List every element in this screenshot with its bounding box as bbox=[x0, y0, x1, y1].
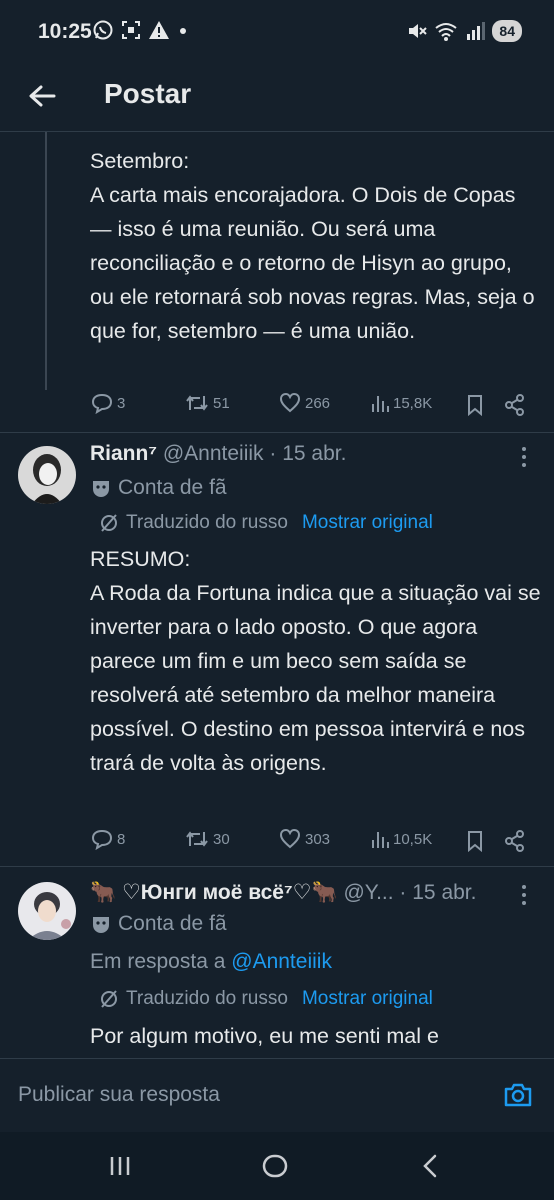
tweet-3-author: 🐂 ♡Юнги моё всё⁷♡🐂 @Y... · 15 abr. bbox=[90, 880, 476, 905]
tweet-divider bbox=[0, 866, 554, 867]
battery-indicator: 84 bbox=[492, 20, 522, 42]
recent-apps-button[interactable] bbox=[100, 1152, 140, 1180]
status-system-icons: 84 bbox=[406, 20, 522, 42]
retweet-button[interactable]: 30 bbox=[184, 828, 230, 850]
tweet-2-actions: 8 30 303 10,5K bbox=[90, 828, 530, 856]
translation-row: Traduzido do russo Mostrar original bbox=[98, 988, 433, 1010]
show-original-link[interactable]: Mostrar original bbox=[302, 512, 433, 534]
show-original-link[interactable]: Mostrar original bbox=[302, 988, 433, 1010]
like-count: 303 bbox=[305, 830, 331, 848]
tweet-text: Setembro: A carta mais encorajadora. O D… bbox=[90, 144, 540, 348]
views-button[interactable]: 10,5K bbox=[370, 828, 432, 850]
author-name[interactable]: Riann⁷ bbox=[90, 442, 157, 465]
reply-to-prefix: Em resposta a bbox=[90, 950, 226, 973]
author-handle[interactable]: @Y... · 15 abr. bbox=[343, 881, 476, 904]
page-title: Postar bbox=[104, 78, 192, 109]
translate-icon bbox=[101, 990, 117, 1008]
status-bar: 10:25 84 bbox=[0, 0, 554, 64]
warning-icon bbox=[149, 21, 169, 39]
camera-icon[interactable] bbox=[502, 1079, 534, 1111]
back-button[interactable] bbox=[24, 78, 60, 114]
status-time: 10:25 bbox=[38, 20, 92, 43]
tweet-text: Por algum motivo, eu me senti mal e bbox=[90, 1019, 542, 1053]
back-nav-button[interactable] bbox=[410, 1152, 450, 1180]
views-icon bbox=[372, 396, 389, 412]
reply-count: 3 bbox=[117, 394, 126, 412]
share-icon[interactable] bbox=[504, 394, 526, 416]
tweet-1-text: Setembro: A carta mais encorajadora. O D… bbox=[90, 149, 535, 343]
app-header: Postar bbox=[0, 64, 554, 132]
status-notification-icons bbox=[92, 19, 190, 41]
avatar-image bbox=[18, 882, 76, 940]
bookmark-icon[interactable] bbox=[465, 394, 485, 416]
avatar[interactable] bbox=[18, 882, 76, 940]
avatar[interactable] bbox=[18, 446, 76, 504]
reply-count: 8 bbox=[117, 830, 126, 848]
reply-to-row: Em resposta a @Annteiiik bbox=[90, 950, 332, 974]
view-count: 10,5K bbox=[393, 830, 433, 848]
reply-input[interactable]: Publicar sua resposta bbox=[18, 1083, 220, 1107]
mute-icon bbox=[409, 24, 428, 38]
translation-row: Traduzido do russo Mostrar original bbox=[98, 512, 433, 534]
tweet-3-text: Por algum motivo, eu me senti mal e bbox=[90, 1024, 439, 1048]
reply-composer: Publicar sua resposta bbox=[0, 1058, 554, 1132]
more-options-icon[interactable] bbox=[516, 444, 532, 470]
recent-apps-icon bbox=[110, 1157, 130, 1175]
reply-icon bbox=[91, 393, 113, 414]
retweet-icon bbox=[186, 831, 208, 847]
tweet-text: RESUMO: A Roda da Fortuna indica que a s… bbox=[90, 542, 542, 780]
retweet-icon bbox=[186, 395, 208, 411]
system-nav-bar bbox=[0, 1132, 554, 1200]
like-button[interactable]: 303 bbox=[278, 828, 330, 850]
whatsapp-icon bbox=[93, 20, 113, 40]
reply-button[interactable]: 8 bbox=[90, 828, 125, 850]
retweet-count: 51 bbox=[213, 394, 230, 412]
like-button[interactable]: 266 bbox=[278, 392, 330, 414]
bookmark-icon[interactable] bbox=[465, 830, 485, 852]
mask-icon bbox=[93, 481, 109, 497]
reply-icon bbox=[91, 829, 113, 850]
like-count: 266 bbox=[305, 394, 331, 412]
translate-icon bbox=[101, 514, 117, 532]
heart-icon bbox=[279, 828, 301, 849]
mask-icon bbox=[93, 917, 109, 933]
heart-icon bbox=[279, 392, 301, 413]
translated-label: Traduzido do russo bbox=[126, 988, 288, 1009]
retweet-count: 30 bbox=[213, 830, 230, 848]
reply-to-handle[interactable]: @Annteiiik bbox=[231, 950, 332, 973]
translated-label: Traduzido do russo bbox=[126, 512, 288, 533]
more-options-icon[interactable] bbox=[516, 882, 532, 908]
retweet-button[interactable]: 51 bbox=[184, 392, 230, 414]
fan-account-label: Conta de fã bbox=[90, 912, 227, 936]
author-handle[interactable]: @Annteiiik · 15 abr. bbox=[163, 442, 347, 465]
share-icon[interactable] bbox=[504, 830, 526, 852]
fan-account-label: Conta de fã bbox=[90, 476, 227, 500]
screenshot-icon bbox=[122, 21, 140, 39]
home-button[interactable] bbox=[255, 1152, 295, 1180]
avatar-image bbox=[18, 446, 76, 504]
tweet-2-text: RESUMO: A Roda da Fortuna indica que a s… bbox=[90, 547, 541, 775]
fan-account-text: Conta de fã bbox=[118, 912, 227, 935]
back-nav-icon bbox=[423, 1154, 437, 1178]
views-icon bbox=[372, 832, 389, 848]
thread-connector bbox=[45, 132, 47, 390]
views-button[interactable]: 15,8K bbox=[370, 392, 432, 414]
fan-account-text: Conta de fã bbox=[118, 476, 227, 499]
view-count: 15,8K bbox=[393, 394, 433, 412]
author-name[interactable]: 🐂 ♡Юнги моё всё⁷♡🐂 bbox=[90, 881, 338, 904]
tweet-1-actions: 3 51 266 15,8K bbox=[90, 392, 530, 420]
signal-icon bbox=[467, 22, 486, 40]
arrow-left-icon bbox=[29, 85, 56, 107]
dot-icon bbox=[180, 28, 186, 34]
wifi-icon bbox=[435, 23, 458, 41]
home-icon bbox=[262, 1154, 288, 1178]
tweet-divider bbox=[0, 432, 554, 433]
tweet-2-author: Riann⁷ @Annteiiik · 15 abr. bbox=[90, 442, 346, 466]
reply-button[interactable]: 3 bbox=[90, 392, 125, 414]
